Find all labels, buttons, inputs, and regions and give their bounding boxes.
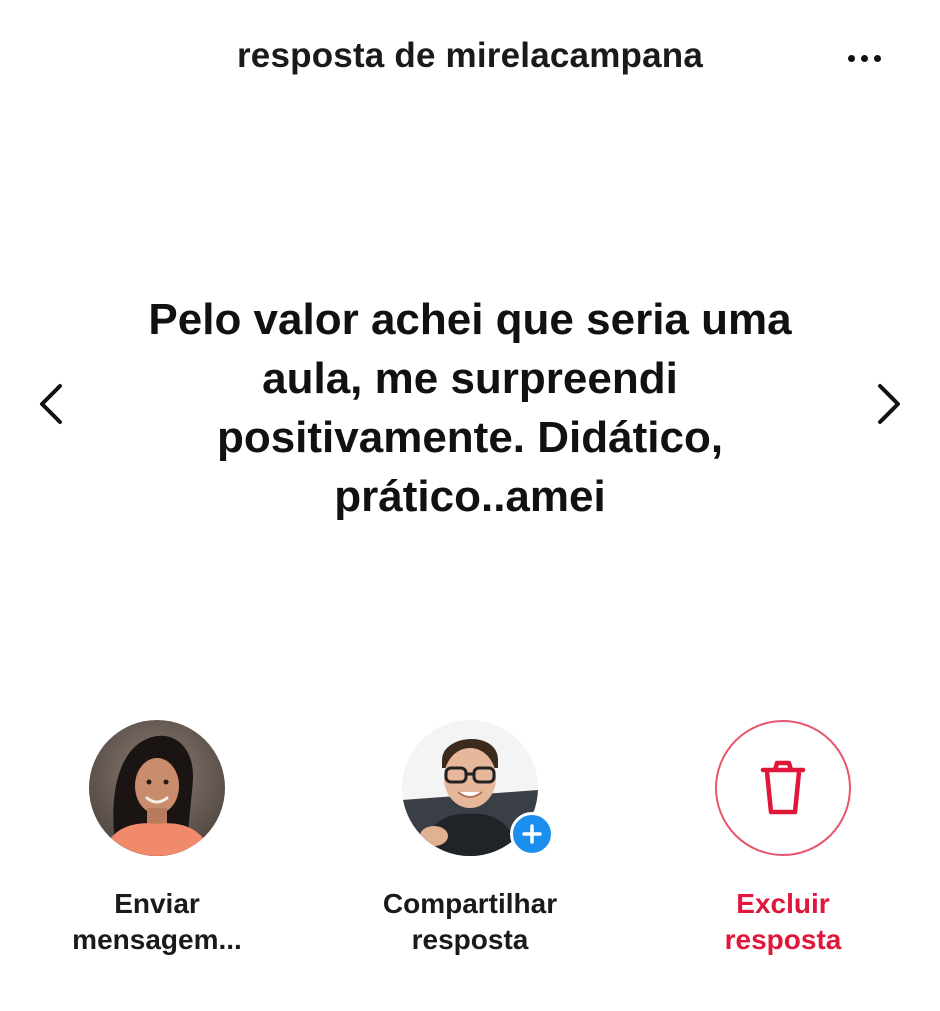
user-avatar bbox=[89, 720, 225, 856]
add-plus-icon bbox=[510, 812, 554, 856]
send-message-button[interactable]: Enviar mensagem... bbox=[37, 720, 277, 958]
previous-response-button[interactable] bbox=[22, 376, 82, 432]
trash-icon bbox=[760, 760, 806, 815]
send-message-label: Enviar mensagem... bbox=[72, 888, 242, 955]
delete-circle bbox=[715, 720, 851, 856]
profile-avatar bbox=[402, 720, 554, 856]
chevron-right-icon bbox=[878, 384, 900, 424]
response-text: Pelo valor achei que seria uma aula, me … bbox=[148, 295, 792, 521]
page-title: resposta de mirelacampana bbox=[236, 36, 704, 75]
more-horizontal-icon bbox=[847, 54, 855, 62]
share-response-label: Compartilhar resposta bbox=[382, 888, 558, 955]
response-viewer: resposta de mirelacampana Pelo valor ach… bbox=[0, 0, 940, 1011]
chevron-left-icon bbox=[40, 384, 62, 424]
more-options-button[interactable] bbox=[832, 40, 896, 76]
share-response-button[interactable]: Compartilhar resposta bbox=[350, 720, 590, 958]
delete-response-label: Excluir resposta bbox=[724, 888, 842, 955]
next-response-button[interactable] bbox=[858, 376, 918, 432]
delete-response-button[interactable]: Excluir resposta bbox=[663, 720, 903, 958]
